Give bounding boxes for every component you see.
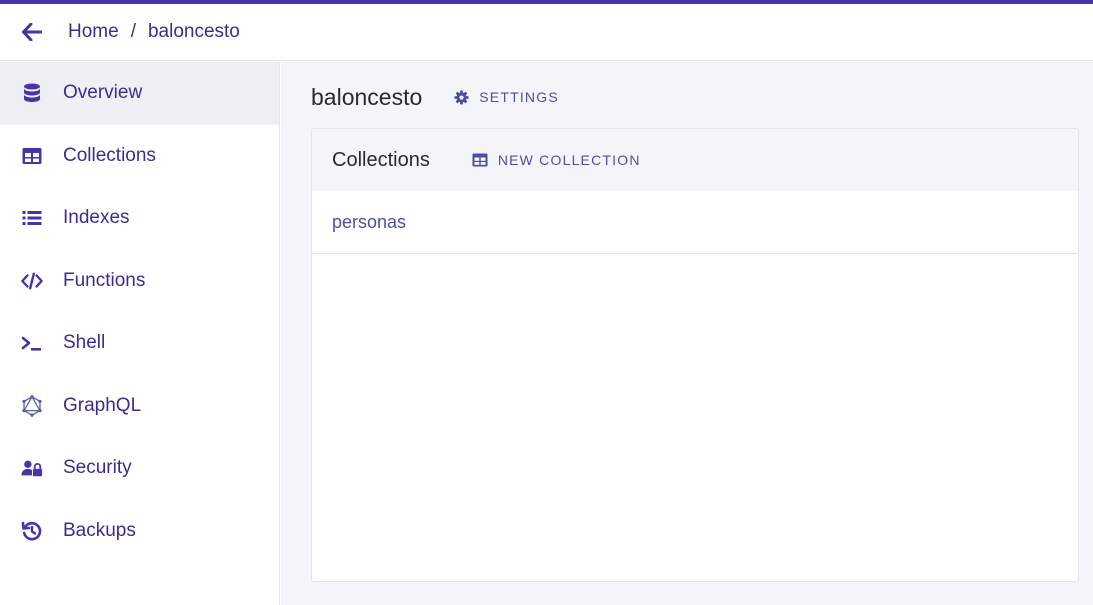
sidebar-item-indexes[interactable]: Indexes	[0, 187, 279, 250]
collection-item-personas[interactable]: personas	[312, 191, 1078, 254]
sidebar-item-label: Overview	[63, 82, 143, 104]
code-icon	[20, 269, 44, 293]
table-icon	[472, 153, 488, 167]
back-button[interactable]	[16, 16, 48, 48]
collections-card-header: Collections NEW COLLECTION	[312, 129, 1078, 191]
breadcrumb: Home / baloncesto	[68, 21, 240, 43]
new-collection-button[interactable]: NEW COLLECTION	[472, 152, 641, 168]
page-title: baloncesto	[311, 83, 423, 110]
sidebar-item-label: Security	[63, 457, 132, 479]
sidebar-item-label: Backups	[63, 519, 136, 541]
sidebar-item-label: Shell	[63, 332, 106, 354]
list-icon	[20, 206, 44, 230]
sidebar-item-label: GraphQL	[63, 394, 142, 416]
table-icon	[20, 144, 44, 168]
breadcrumb-home[interactable]: Home	[68, 21, 119, 43]
sidebar-item-overview[interactable]: Overview	[0, 62, 279, 125]
history-icon	[20, 519, 44, 543]
sidebar-item-label: Collections	[63, 144, 156, 166]
sidebar-item-label: Indexes	[63, 207, 130, 229]
settings-button[interactable]: SETTINGS	[454, 89, 559, 105]
sidebar-item-backups[interactable]: Backups	[0, 500, 279, 563]
new-collection-label: NEW COLLECTION	[497, 152, 641, 168]
breadcrumb-separator: /	[130, 21, 136, 42]
sidebar-item-graphql[interactable]: GraphQL	[0, 375, 279, 438]
sidebar-item-label: Functions	[63, 269, 146, 291]
top-bar: Home / baloncesto	[0, 4, 1093, 61]
sidebar: Overview Collections Indexes Functions S…	[0, 62, 280, 605]
collections-card-title: Collections	[332, 148, 430, 171]
breadcrumb-current[interactable]: baloncesto	[148, 21, 240, 43]
sidebar-item-security[interactable]: Security	[0, 437, 279, 500]
sidebar-item-functions[interactable]: Functions	[0, 250, 279, 313]
arrow-left-icon	[22, 23, 42, 41]
main-content: baloncesto SETTINGS Collections NEW COLL…	[281, 62, 1093, 605]
graphql-icon	[20, 394, 44, 418]
terminal-icon	[20, 331, 44, 355]
collections-card: Collections NEW COLLECTION personas	[311, 128, 1079, 582]
settings-label: SETTINGS	[479, 89, 559, 105]
gear-icon	[454, 89, 469, 105]
sidebar-item-shell[interactable]: Shell	[0, 312, 279, 375]
user-lock-icon	[20, 456, 44, 480]
database-header: baloncesto SETTINGS	[311, 80, 559, 114]
database-icon	[20, 81, 44, 105]
sidebar-item-collections[interactable]: Collections	[0, 125, 279, 188]
